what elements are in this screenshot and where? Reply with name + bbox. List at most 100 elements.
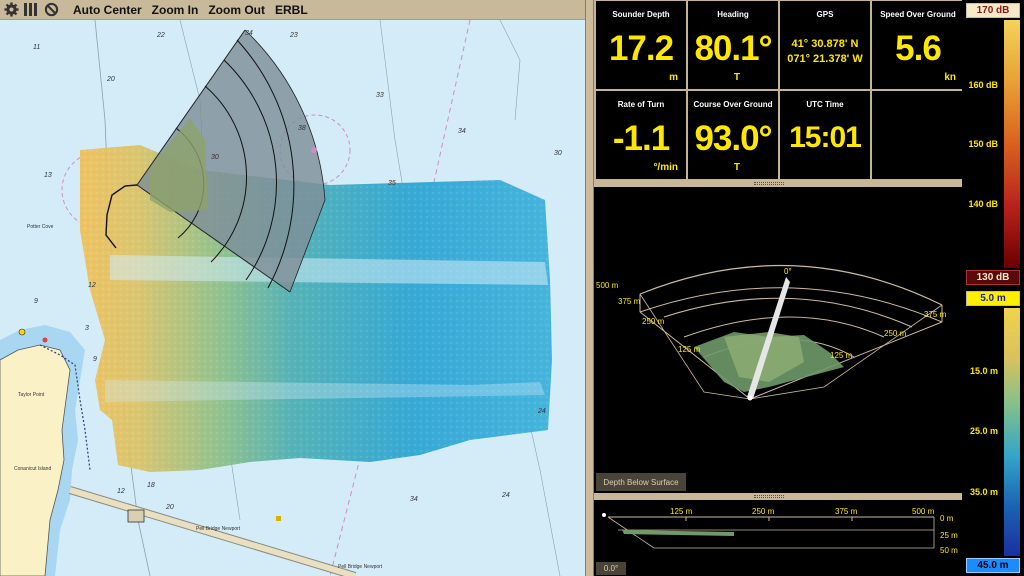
sounding-22: 34 <box>245 30 253 37</box>
sonar-profile-canvas <box>602 513 935 549</box>
gps-longitude: 071° 21.378' W <box>787 53 863 65</box>
instrument-grid: Sounder Depth 17.2 m Heading 80.1° T GPS… <box>594 0 964 180</box>
zoom-out-button[interactable]: Zoom Out <box>203 3 270 17</box>
instrument-title: Speed Over Ground <box>880 10 956 19</box>
profile-label-125m: 125 m <box>670 507 693 516</box>
auto-center-button[interactable]: Auto Center <box>68 3 147 17</box>
sounding-16: 12 <box>117 488 125 495</box>
instrument-heading: Heading 80.1° T <box>688 1 778 89</box>
vertical-splitter[interactable] <box>585 0 594 576</box>
sonar-profile-view[interactable]: 125 m 250 m 375 m 500 m 0 m 25 m 50 m <box>594 500 962 576</box>
depth-below-surface-button[interactable]: Depth Below Surface <box>596 473 686 491</box>
db-tick-160: 160 dB <box>968 80 998 90</box>
sounding-13: 9 <box>34 298 38 305</box>
instrument-unit: T <box>733 162 740 173</box>
place-label-pell-bridge-2: Pell Bridge Newport <box>338 564 383 570</box>
no-icon[interactable] <box>42 1 60 19</box>
sonar-3d-view[interactable]: 0° 500 m 375 m 250 m 125 m 125 m 250 m 3… <box>594 187 962 493</box>
profile-label-50m: 50 m <box>940 546 958 555</box>
place-label-conanicut-island: Conanicut Island <box>14 466 52 472</box>
color-bars: 170 dB 160 dB 150 dB 140 dB 130 dB 5.0 m… <box>962 0 1024 576</box>
instrument-title: Rate of Turn <box>617 100 665 109</box>
depth-tick-25: 25.0 m <box>969 426 998 436</box>
instrument-title: Sounder Depth <box>612 10 670 19</box>
instrument-unit: T <box>733 72 740 83</box>
depth-tick-15: 15.0 m <box>969 366 998 376</box>
sounding-15: 9 <box>93 356 97 363</box>
sounding-8: 30 <box>211 154 219 161</box>
instrument-rate-of-turn: Rate of Turn -1.1 °/min <box>596 91 686 179</box>
instrument-title: UTC Time <box>806 100 844 109</box>
instrument-value: -1.1 <box>612 119 670 158</box>
sounding-2: 22 <box>157 32 165 39</box>
label-375m-right: 375 m <box>924 310 947 319</box>
depth-bar-min[interactable]: 5.0 m <box>966 291 1020 306</box>
instrument-course-over-ground: Course Over Ground 93.0° T <box>688 91 778 179</box>
label-250m-left: 250 m <box>642 317 665 326</box>
instrument-title: Heading <box>717 10 749 19</box>
sounding-6: 34 <box>458 128 466 135</box>
instrument-title: Course Over Ground <box>693 100 773 109</box>
chart-canvas <box>0 20 561 576</box>
sounding-21: 24 <box>538 408 546 415</box>
profile-label-0m: 0 m <box>940 514 954 523</box>
profile-label-375m: 375 m <box>835 507 858 516</box>
sounding-3: 23 <box>290 32 298 39</box>
instrument-title: GPS <box>816 10 834 19</box>
instrument-empty <box>872 91 964 179</box>
instrument-value: 15:01 <box>789 121 862 154</box>
gps-latitude: 41° 30.878' N <box>791 38 859 50</box>
place-label-potter-cove: Potter Cove <box>27 224 54 230</box>
sounding-20: 24 <box>502 492 510 499</box>
angle-button[interactable]: 0.0° <box>596 562 626 575</box>
sounding-11: 13 <box>44 172 52 179</box>
depth-tick-35: 35.0 m <box>969 487 998 497</box>
sounding-14: 3 <box>85 325 89 332</box>
profile-label-500m: 500 m <box>912 507 935 516</box>
profile-label-25m: 25 m <box>940 531 958 540</box>
db-bar-max[interactable]: 170 dB <box>966 3 1020 18</box>
panel-splitter-bottom[interactable] <box>594 493 962 500</box>
label-0-deg: 0° <box>784 267 792 276</box>
instrument-value: 93.0° <box>694 119 772 158</box>
label-500m: 500 m <box>596 281 619 290</box>
profile-label-250m: 250 m <box>752 507 775 516</box>
place-label-taylor-point: Taylor Point <box>18 392 45 398</box>
sounding-9: 30 <box>554 150 562 157</box>
sounding-5: 33 <box>376 92 384 99</box>
label-125m-left: 125 m <box>678 345 701 354</box>
panel-splitter-top[interactable] <box>594 180 962 187</box>
db-bar-min[interactable]: 130 dB <box>966 270 1020 285</box>
instrument-sounder-depth: Sounder Depth 17.2 m <box>596 1 686 89</box>
erbl-button[interactable]: ERBL <box>270 3 313 17</box>
instrument-gps: GPS 41° 30.878' N 071° 21.378' W <box>780 1 870 89</box>
instrument-value: 80.1° <box>694 29 772 68</box>
db-colorbar <box>1004 20 1020 268</box>
instrument-unit: m <box>669 72 678 83</box>
sounding-10: 35 <box>388 180 396 187</box>
depth-bar-max[interactable]: 45.0 m <box>966 558 1020 573</box>
grid-icon[interactable] <box>22 1 40 19</box>
sounding-7: 38 <box>298 125 306 132</box>
sounding-17: 20 <box>166 504 174 511</box>
instrument-utc-time: UTC Time 15:01 <box>780 91 870 179</box>
place-label-pell-bridge-1: Pell Bridge Newport <box>196 526 241 532</box>
sounding-1: 11 <box>33 44 41 51</box>
sounding-12: 12 <box>88 282 96 289</box>
label-250m-right: 250 m <box>884 329 907 338</box>
zoom-in-button[interactable]: Zoom In <box>147 3 204 17</box>
gear-icon[interactable] <box>2 1 20 19</box>
depth-colorbar <box>1004 308 1020 556</box>
right-panel: Sounder Depth 17.2 m Heading 80.1° T GPS… <box>594 0 964 576</box>
sounding-19: 34 <box>410 496 418 503</box>
instrument-value: 5.6 <box>895 29 942 68</box>
sounding-18: 18 <box>147 482 155 489</box>
instrument-unit: kn <box>944 72 956 83</box>
db-tick-140: 140 dB <box>968 199 998 209</box>
label-375m-left: 375 m <box>618 297 641 306</box>
instrument-unit: °/min <box>653 162 678 173</box>
nautical-chart[interactable]: 11 22 23 20 33 34 38 30 30 35 13 12 9 3 … <box>0 20 585 576</box>
label-125m-right: 125 m <box>830 351 853 360</box>
db-tick-150: 150 dB <box>968 139 998 149</box>
sounding-4: 20 <box>107 76 115 83</box>
